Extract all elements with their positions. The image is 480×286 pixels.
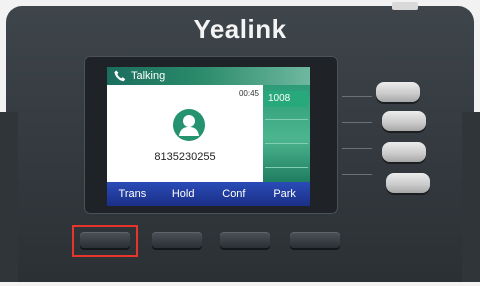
softkey-hold[interactable]: Hold xyxy=(158,182,209,206)
contact-avatar-icon xyxy=(173,109,205,141)
leader-line xyxy=(342,148,372,149)
call-status-label: Talking xyxy=(131,70,166,82)
softkey-trans[interactable]: Trans xyxy=(107,182,158,206)
line-key-button-2[interactable] xyxy=(382,111,426,131)
leader-line xyxy=(342,96,372,97)
softkey-conf[interactable]: Conf xyxy=(209,182,260,206)
line-key-1[interactable]: 1008 xyxy=(265,91,308,107)
line-divider xyxy=(265,119,308,120)
phone-handset-icon xyxy=(114,70,126,82)
softkey-button-3[interactable] xyxy=(220,232,270,248)
top-notch xyxy=(392,2,418,10)
highlight-box xyxy=(72,225,138,257)
line-divider xyxy=(265,167,308,168)
phone-screen: Talking 00:45 8135230255 1008 Trans Hold… xyxy=(107,67,310,206)
caller-number: 8135230255 xyxy=(154,151,216,163)
softkey-bar: Trans Hold Conf Park xyxy=(107,182,310,206)
line-key-panel: 1008 xyxy=(263,85,310,182)
line-divider xyxy=(265,143,308,144)
brand-logo: Yealink xyxy=(193,14,287,44)
status-bar: Talking xyxy=(107,67,310,85)
leader-line xyxy=(342,174,372,175)
phone-side-right xyxy=(462,112,480,282)
line-key-button-1[interactable] xyxy=(376,82,420,102)
phone-side-left xyxy=(0,112,18,282)
call-timer: 00:45 xyxy=(238,89,259,98)
softkey-button-4[interactable] xyxy=(290,232,340,248)
call-panel: 00:45 8135230255 xyxy=(107,85,263,182)
line-key-button-4[interactable] xyxy=(386,173,430,193)
line-key-button-3[interactable] xyxy=(382,142,426,162)
softkey-button-2[interactable] xyxy=(152,232,202,248)
leader-line xyxy=(342,122,372,123)
softkey-park[interactable]: Park xyxy=(259,182,310,206)
